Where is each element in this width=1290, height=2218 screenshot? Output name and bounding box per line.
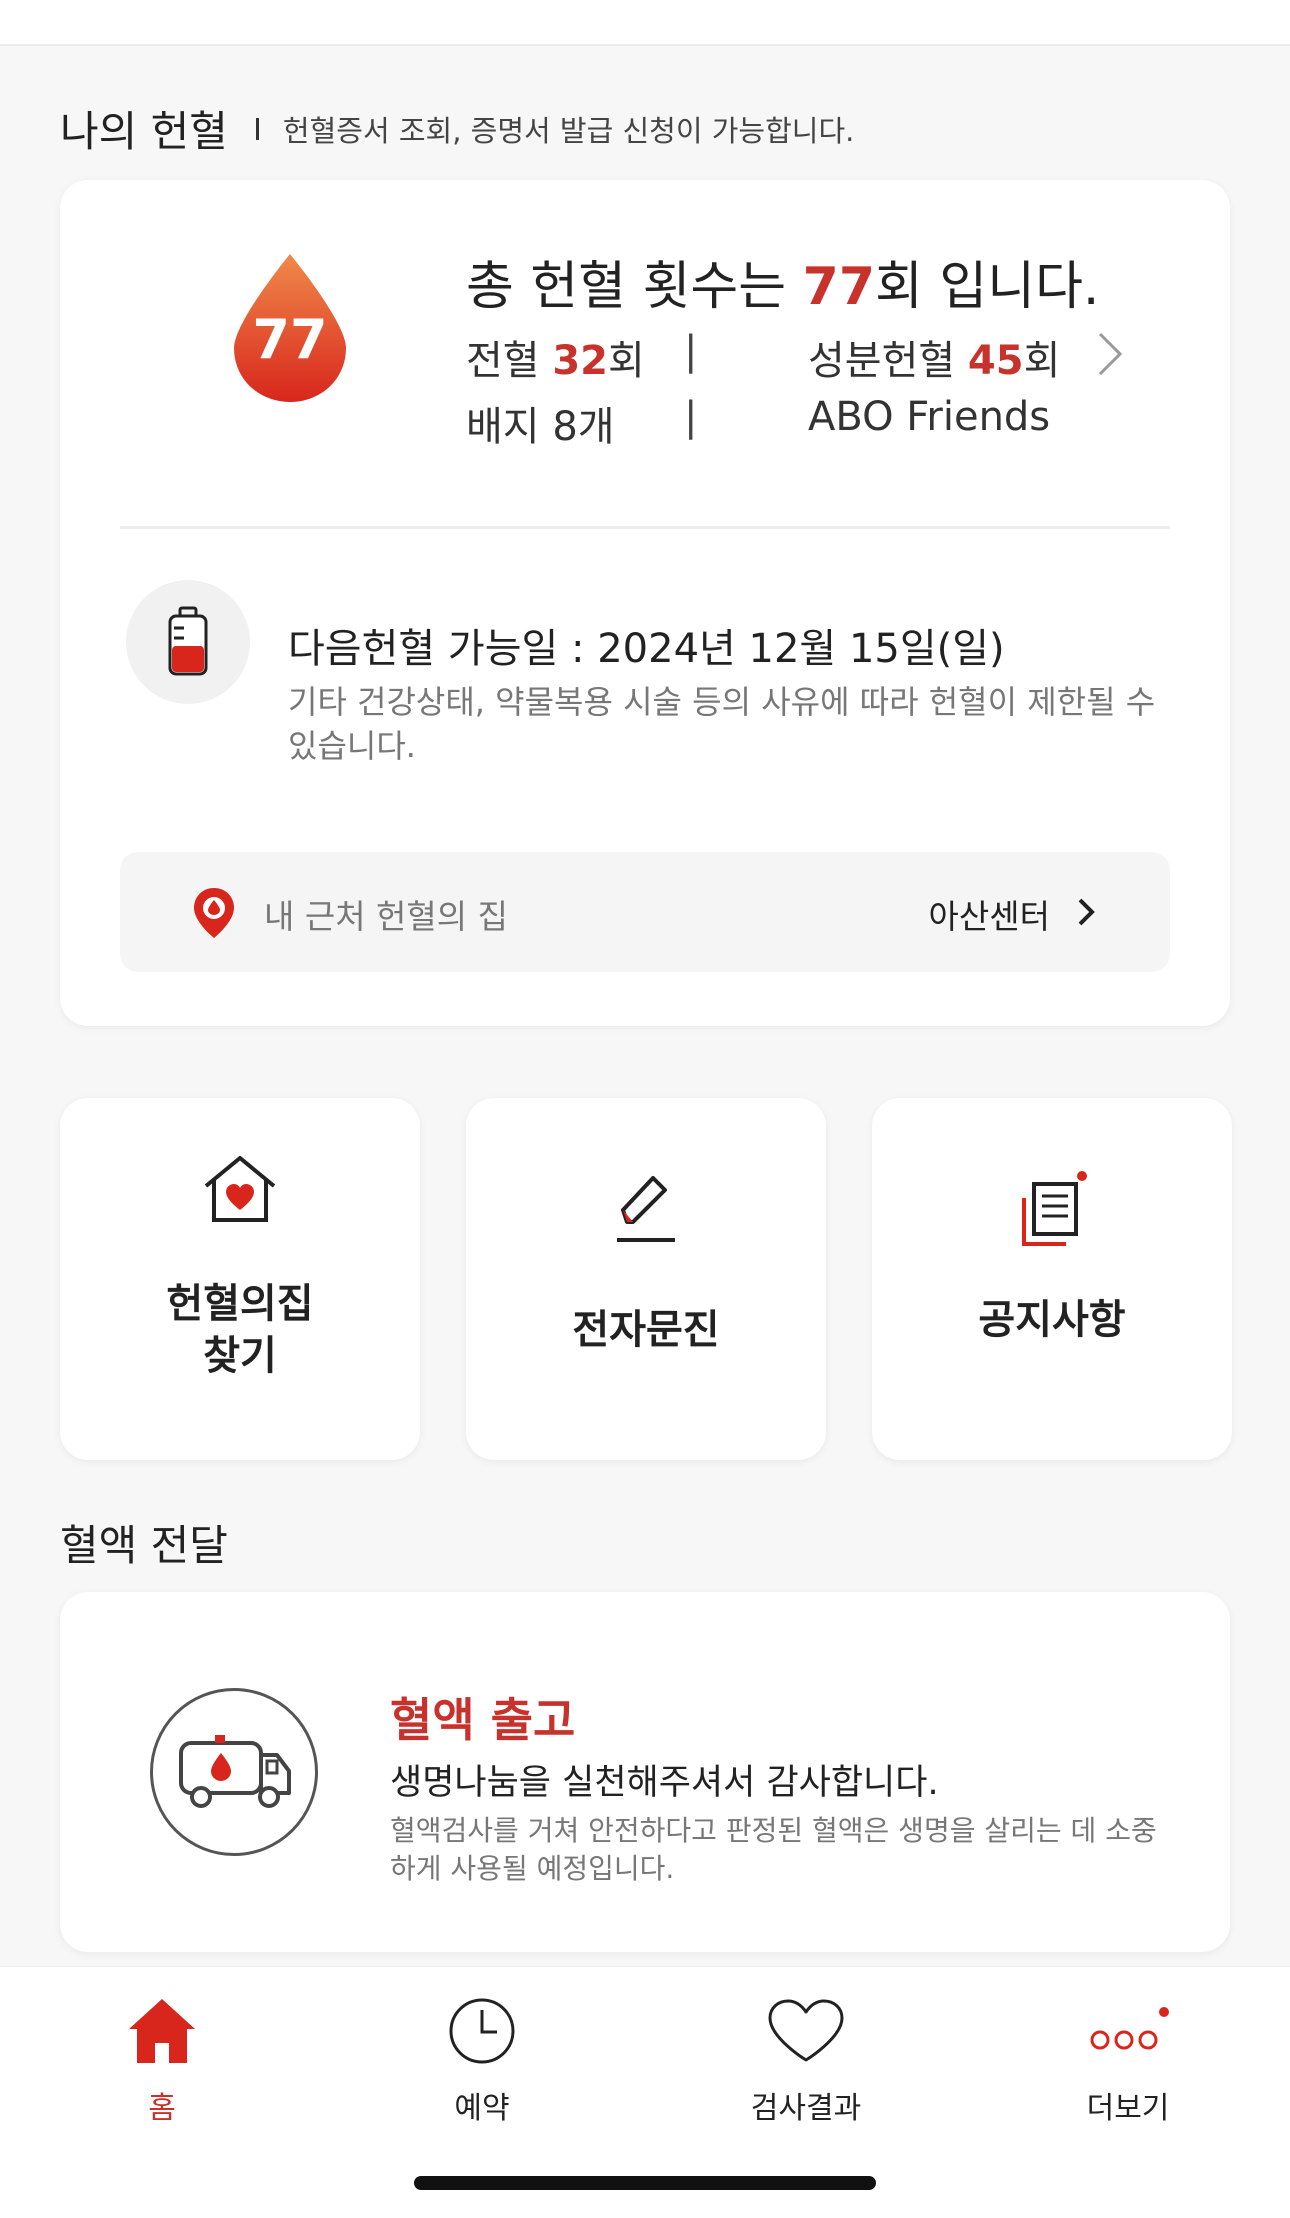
nearby-center-row[interactable]: 내 근처 헌혈의 집 아산센터 [120,852,1170,972]
header-description: 헌혈증서 조회, 증명서 발급 신청이 가능합니다. [282,113,855,148]
nav-label: 예약 [454,2091,510,2126]
home-indicator[interactable] [414,2176,876,2190]
my-donation-header: 나의 헌혈 헌혈증서 조회, 증명서 발급 신청이 가능합니다. [60,98,854,159]
donation-breakdown: 전혈 32회 | 성분헌혈 45회 [466,328,1060,386]
next-donation-date: 다음헌혈 가능일 : 2024년 12월 15일(일) [288,626,1005,672]
more-icon [1090,2007,1169,2050]
status-bar [0,0,1290,46]
location-pin-icon [194,888,234,938]
badge-count: 배지 8개 [466,404,615,450]
nav-reservation[interactable]: 예약 [382,1991,582,2127]
nearby-center-name[interactable]: 아산센터 [929,890,1050,938]
nav-label: 검사결과 [750,2091,862,2126]
stat-separator: | [684,394,698,440]
heart-icon [768,1999,844,2062]
donation-count-badge: 77 [252,308,328,371]
nav-home[interactable]: 홈 [62,1991,262,2127]
chevron-right-icon[interactable] [1092,328,1128,380]
chevron-right-icon[interactable] [1076,896,1096,928]
notice-icon [1022,1171,1087,1246]
nav-test-result[interactable]: 검사결과 [706,1991,906,2127]
home-icon [129,1999,195,2063]
page-title: 나의 헌혈 [60,107,228,156]
tile-label: 전자문진 [572,1307,720,1353]
find-donation-house-tile[interactable]: 헌혈의집 찾기 [60,1098,420,1460]
delivery-truck-icon [150,1688,318,1856]
component-donation-stat: 성분헌혈 45회 [808,338,1061,384]
delivery-subtitle: 생명나눔을 실천해주셔서 감사합니다. [390,1763,939,1803]
whole-blood-stat: 전혈 32회 [466,338,645,384]
pen-icon [617,1176,675,1242]
blood-delivery-section-title: 혈액 전달 [60,1521,228,1570]
delivery-title: 혈액 출고 [390,1693,576,1747]
nearby-label: 내 근처 헌혈의 집 [264,897,508,936]
house-heart-icon [204,1156,276,1222]
blood-delivery-card[interactable]: 혈액 출고 생명나눔을 실천해주셔서 감사합니다. 혈액검사를 거쳐 안전하다고… [60,1592,1230,1952]
total-count: 77 [802,257,876,317]
stat-separator: | [684,328,698,374]
nav-label: 홈 [148,2091,176,2126]
next-donation-note: 기타 건강상태, 약물복용 시술 등의 사유에 따라 헌혈이 제한될 수 있습니… [288,683,1156,765]
nav-label: 더보기 [1086,2091,1170,2126]
delivery-note: 혈액검사를 거쳐 안전하다고 판정된 혈액은 생명을 살리는 데 소중하게 사용… [390,1814,1157,1885]
header-separator [255,117,259,140]
donation-summary-card[interactable]: 77 총 헌혈 횟수는 77회 입니다. 전혈 32회 | 성분헌혈 45회 배… [60,180,1230,1026]
notice-tile[interactable]: 공지사항 [872,1098,1232,1460]
tile-label: 헌혈의집 찾기 [166,1281,314,1379]
blood-bag-icon [126,580,250,704]
tile-label: 공지사항 [978,1297,1126,1343]
badge-row: 배지 8개 | ABO Friends [466,394,1050,452]
group-name: ABO Friends [808,394,1051,440]
e-questionnaire-tile[interactable]: 전자문진 [466,1098,826,1460]
nav-more[interactable]: 더보기 [1028,1991,1228,2127]
clock-icon [449,1998,515,2064]
total-donation-text: 총 헌혈 횟수는 77회 입니다. [466,257,1100,317]
card-divider [120,526,1170,529]
